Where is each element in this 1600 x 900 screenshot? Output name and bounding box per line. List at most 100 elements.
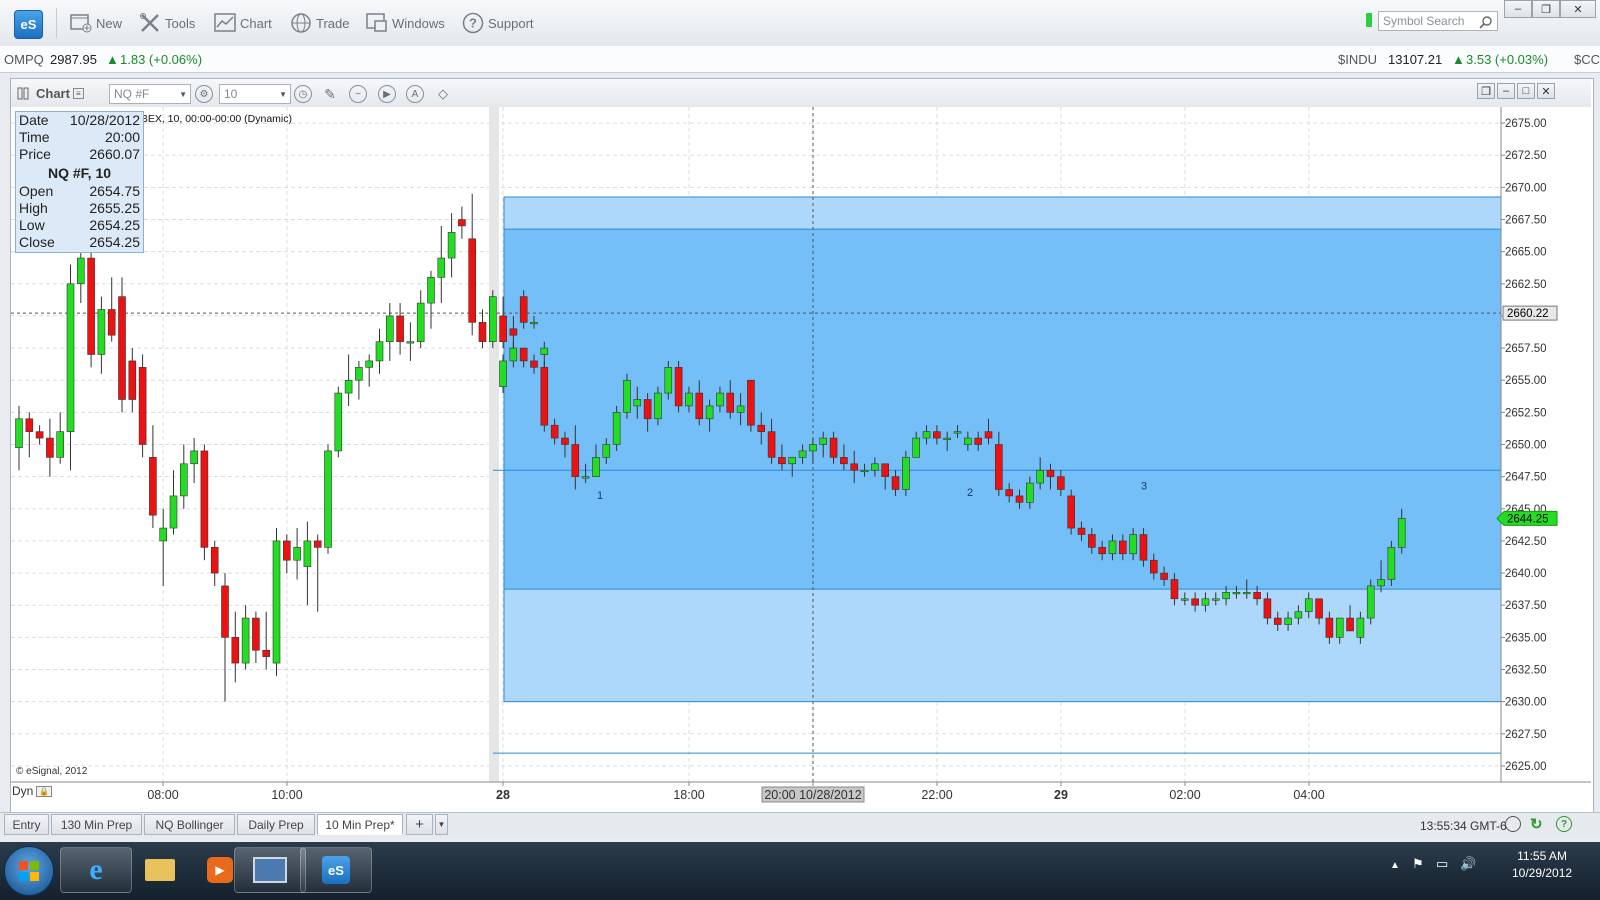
close-button[interactable]: ✕: [1560, 0, 1596, 18]
time-tick-label: 20:00 10/28/2012: [764, 788, 861, 802]
play-icon[interactable]: ▶: [378, 85, 396, 103]
data-window-high-row: High 2655.25: [16, 200, 143, 217]
price-tick-label: 2630.00: [1505, 697, 1547, 709]
candle-body: [87, 257, 95, 355]
taskbar-remote-desktop[interactable]: [234, 847, 306, 893]
chart-minimize-button[interactable]: –: [1497, 83, 1515, 99]
candle-body: [468, 238, 477, 323]
candle-body: [128, 360, 137, 400]
refresh-icon[interactable]: ↻: [1530, 815, 1543, 833]
toolbar-separator: [56, 8, 57, 38]
chart-header: Chart ≡ NQ #F ▼ ⚙ 10 ▼ ◷ ✎ ~ ▶ A ◇ ❐ – □…: [11, 79, 1591, 108]
study-icon[interactable]: ~: [349, 85, 367, 103]
tab-daily-prep[interactable]: Daily Prep: [237, 814, 315, 835]
candle-body: [530, 322, 538, 325]
candle-body: [1366, 585, 1375, 619]
chart-float-button[interactable]: ❐: [1477, 83, 1495, 99]
candle-body: [922, 431, 931, 439]
tools-button[interactable]: Tools: [139, 11, 195, 35]
minimize-icon: –: [1502, 85, 1510, 97]
crosshair-price-label: 2660.22: [1507, 308, 1549, 320]
candle-body: [984, 431, 993, 439]
lock-icon: 🔒: [36, 785, 53, 797]
price-tick-label: 2640.00: [1505, 568, 1547, 580]
tray-volume-icon[interactable]: 🔊: [1460, 856, 1476, 872]
taskbar-ie[interactable]: e: [60, 847, 132, 893]
candle-body: [1077, 527, 1086, 535]
clock-icon[interactable]: ◷: [294, 85, 312, 103]
price-tick-label: 2627.50: [1505, 729, 1547, 741]
candle-body: [840, 457, 848, 465]
status-clock-icon[interactable]: [1505, 816, 1521, 832]
start-button[interactable]: [4, 846, 54, 896]
tab-entry[interactable]: Entry: [4, 814, 49, 835]
candle-body: [509, 347, 518, 362]
windows-button[interactable]: Windows: [366, 11, 445, 35]
symbol-settings-icon[interactable]: ⚙: [195, 85, 213, 103]
tab-10-min-prep[interactable]: 10 Min Prep*: [317, 814, 403, 835]
candle-body: [1356, 617, 1365, 638]
candle-body: [180, 463, 188, 497]
candle-body: [56, 431, 65, 458]
trade-button[interactable]: Trade: [290, 11, 349, 35]
tab-130-min-prep[interactable]: 130 Min Prep: [51, 814, 142, 835]
high-label: High: [19, 200, 48, 216]
ticker-cut-symbol[interactable]: $CC: [1574, 52, 1600, 67]
chart-button[interactable]: Chart: [214, 11, 272, 35]
clock-time: 11:55 AM: [1517, 849, 1567, 863]
tray-show-hidden-icon[interactable]: ▲: [1390, 860, 1400, 871]
candle-body: [1129, 534, 1137, 555]
tray-flag-icon[interactable]: ⚑: [1412, 856, 1424, 872]
restore-button[interactable]: ❐: [1532, 0, 1560, 18]
chart-mode-badge-icon[interactable]: ≡: [73, 88, 84, 99]
taskbar-esignal[interactable]: eS: [300, 847, 372, 893]
price-tick-label: 2670.00: [1505, 182, 1547, 194]
ticker-right-symbol[interactable]: $INDU: [1338, 52, 1377, 67]
price-axis[interactable]: 2675.00 2672.50 2670.00 2667.50 2665.00 2662.…: [1496, 107, 1591, 782]
candle-body: [674, 367, 683, 407]
candle-body: [1119, 540, 1127, 555]
status-help-icon[interactable]: ?: [1556, 816, 1572, 832]
tab-nq-bollinger[interactable]: NQ Bollinger: [144, 814, 235, 835]
dynamic-scale-toggle[interactable]: Dyn 🔒: [12, 784, 53, 798]
candle-body: [293, 547, 301, 561]
tray-network-icon[interactable]: ▭: [1436, 856, 1448, 872]
support-button[interactable]: ? Support: [462, 11, 534, 35]
eraser-icon[interactable]: ◇: [434, 85, 452, 103]
candle-body: [1377, 579, 1385, 587]
trade-icon: [291, 13, 311, 33]
chart-close-button[interactable]: ✕: [1537, 83, 1555, 99]
alert-icon[interactable]: A: [406, 85, 424, 103]
candle-body: [974, 437, 982, 445]
candle-body: [798, 450, 807, 458]
candle-body: [25, 418, 34, 432]
new-button[interactable]: New: [70, 11, 122, 35]
tab-menu-button[interactable]: ▼: [435, 814, 448, 835]
candle-body: [716, 392, 724, 407]
taskbar-clock[interactable]: 11:55 AM 10/29/2012: [1512, 848, 1572, 882]
price-tick-label: 2650.00: [1505, 440, 1547, 452]
pencil-icon[interactable]: ✎: [321, 85, 339, 103]
esignal-logo[interactable]: eS: [14, 10, 43, 39]
cursor-data-window[interactable]: Date 10/28/2012 Time 20:00 Price 2660.07 NQ…: [15, 111, 144, 253]
candle-body: [581, 476, 590, 479]
candle-body: [726, 392, 735, 413]
minimize-button[interactable]: –: [1504, 0, 1532, 18]
ticker-left-symbol[interactable]: OMPQ: [4, 52, 44, 67]
add-tab-button[interactable]: +: [406, 814, 433, 835]
link-icon[interactable]: [17, 87, 29, 100]
candle-body: [272, 540, 281, 664]
interval-selector[interactable]: 10 ▼: [219, 84, 291, 104]
price-tick-label: 2672.50: [1505, 150, 1547, 162]
candle-body: [221, 585, 229, 638]
ticker-right-up-arrow-icon: ▲: [1452, 52, 1465, 67]
symbol-selector[interactable]: NQ #F ▼: [109, 84, 191, 104]
chart-maximize-button[interactable]: □: [1517, 83, 1535, 99]
candle-body: [499, 315, 507, 342]
time-tick-label: 18:00: [673, 788, 704, 802]
symbol-search-input[interactable]: Symbol Search: [1378, 11, 1498, 31]
candle-body: [241, 617, 250, 664]
chevron-down-icon: ▼: [279, 89, 287, 99]
price-chart[interactable]: 1 23 2675.002672.502670.002667.502665.002…: [11, 107, 1591, 817]
data-window-close-row: Close 2654.25: [16, 234, 143, 251]
